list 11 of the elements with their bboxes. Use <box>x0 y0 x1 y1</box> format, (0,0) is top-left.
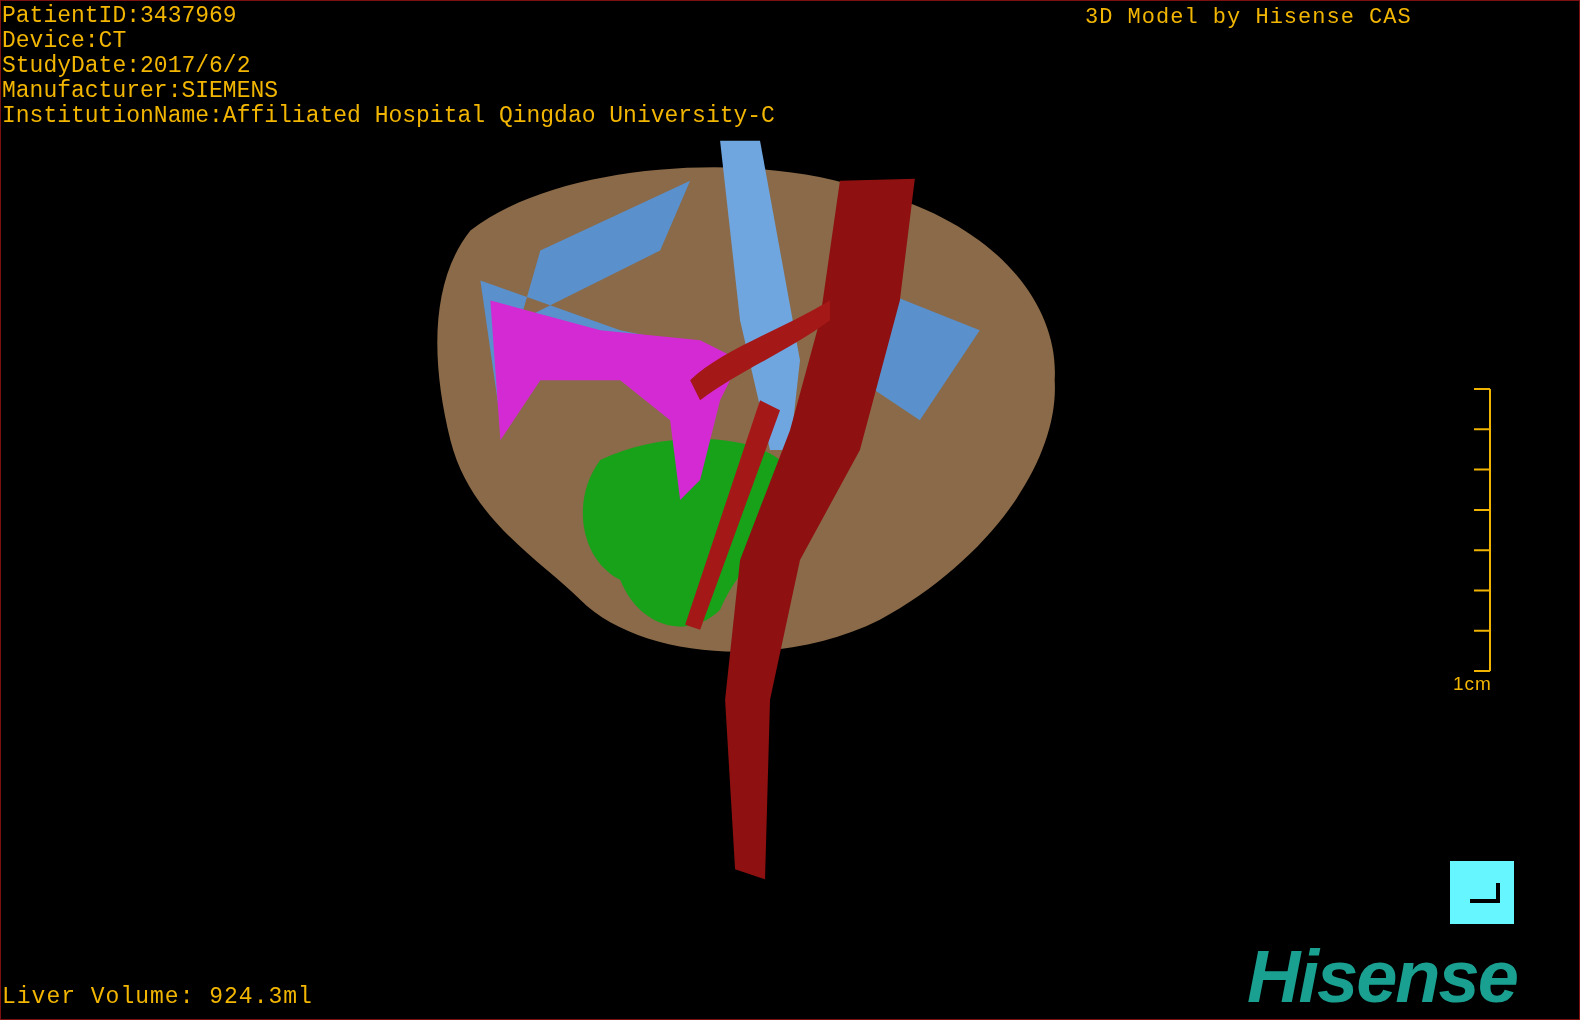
study-info-text: Manufacturer:SIEMENS <box>2 79 279 104</box>
study-info-text: Device:CT <box>2 29 127 54</box>
brand-logo: Hisense <box>1247 937 1517 1017</box>
model-caption: 3D Model by Hisense CAS <box>1085 5 1412 30</box>
liver-volume-text: Liver Volume: 924.3ml <box>2 985 313 1010</box>
corner-button[interactable] <box>1450 861 1514 924</box>
study-info-text: StudyDate:2017/6/2 <box>2 54 251 79</box>
corner-icon <box>1468 880 1502 905</box>
study-info-text: InstitutionName:Affiliated Hospital Qingdao University-C <box>2 104 775 129</box>
study-info-text: PatientID:3437969 <box>2 4 237 29</box>
scale-label: 1cm <box>1453 673 1492 695</box>
